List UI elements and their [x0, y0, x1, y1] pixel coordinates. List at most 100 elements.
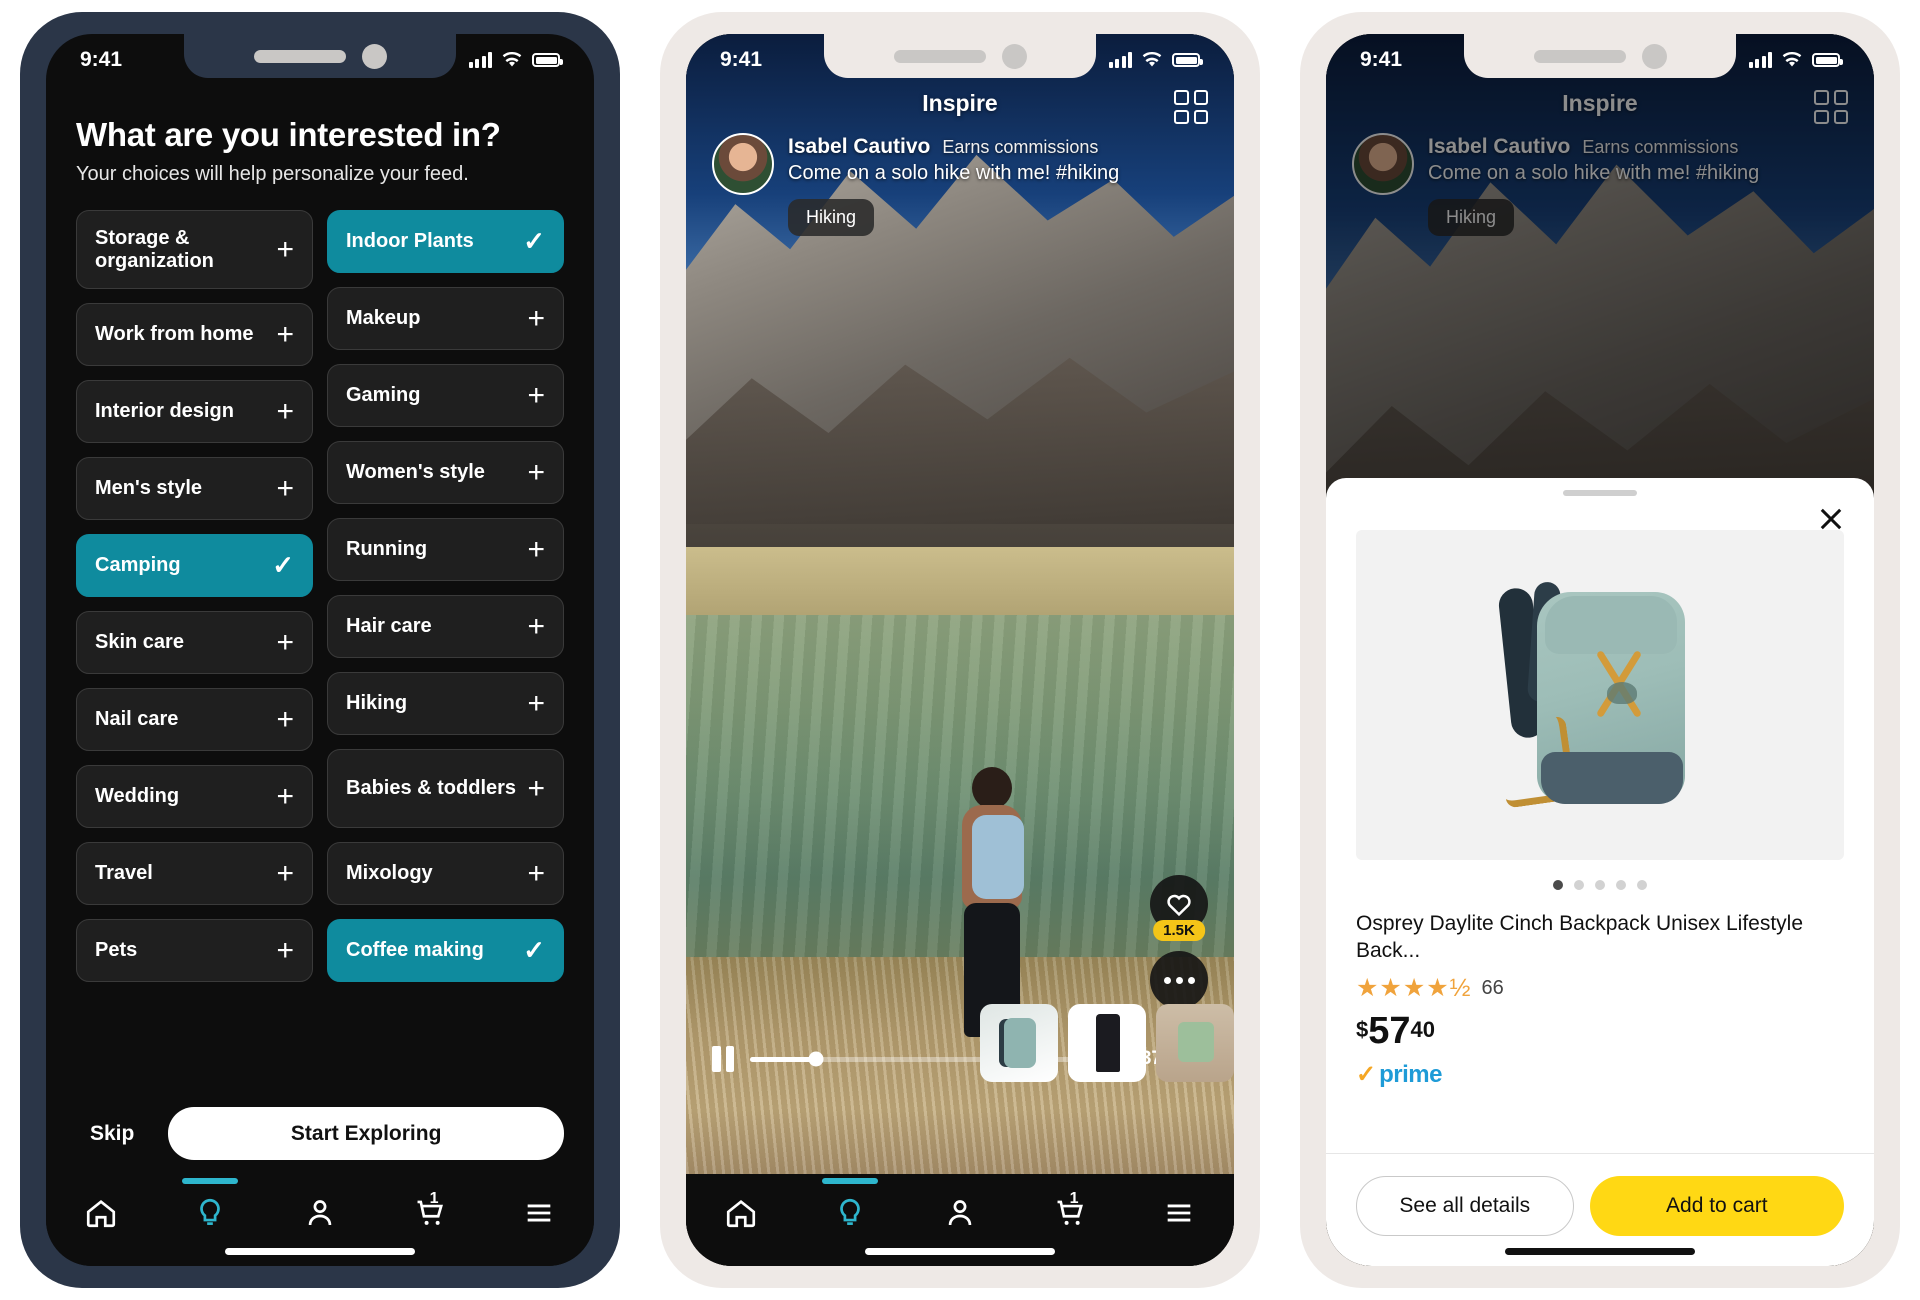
- inspire-bulb-icon: [200, 1198, 221, 1225]
- interest-chip-storage-organization[interactable]: Storage & organization +: [76, 210, 313, 289]
- interest-chip-hiking[interactable]: Hiking +: [327, 672, 564, 735]
- chip-label: Skin care: [95, 631, 184, 653]
- product-thumbnail-pants[interactable]: [1068, 1004, 1146, 1082]
- interest-chip-coffee-making[interactable]: Coffee making ✓: [327, 919, 564, 982]
- carousel-dot-3[interactable]: [1595, 879, 1605, 890]
- interest-chip-gaming[interactable]: Gaming +: [327, 364, 564, 427]
- grid-view-icon[interactable]: [1174, 90, 1208, 124]
- tab-inspire[interactable]: [813, 1178, 887, 1242]
- product-info: Osprey Daylite Cinch Backpack Unisex Lif…: [1326, 890, 1874, 1090]
- chip-label: Mixology: [346, 862, 433, 884]
- chip-label: Pets: [95, 939, 138, 961]
- skip-button[interactable]: Skip: [76, 1122, 148, 1146]
- tag-pill-hiking: Hiking: [1428, 199, 1515, 236]
- add-to-cart-button[interactable]: Add to cart: [1589, 1176, 1844, 1236]
- screen-interests: 9:41 What are you interested in? Your ch…: [46, 34, 594, 1266]
- tab-cart[interactable]: 1: [393, 1184, 467, 1242]
- interest-chip-hair-care[interactable]: Hair care +: [327, 595, 564, 658]
- pause-icon[interactable]: [712, 1046, 734, 1072]
- interest-chip-makeup[interactable]: Makeup +: [327, 287, 564, 350]
- interest-chip-travel[interactable]: Travel +: [76, 842, 313, 905]
- interest-chip-skin-care[interactable]: Skin care +: [76, 611, 313, 674]
- creator-info: Isabel Cautivo Earns commissions Come on…: [712, 133, 1208, 236]
- interest-chip-mixology[interactable]: Mixology +: [327, 842, 564, 905]
- tag-pill-hiking[interactable]: Hiking: [788, 199, 875, 236]
- product-rating[interactable]: ★★★★½ 66: [1356, 976, 1844, 1001]
- interests-header: What are you interested in? Your choices…: [46, 96, 594, 192]
- home-icon: [86, 1199, 115, 1228]
- camera-dot-icon: [361, 43, 387, 69]
- prime-check-icon: ✓: [1356, 1061, 1377, 1089]
- tab-home[interactable]: [704, 1184, 778, 1242]
- home-indicator-3: [1505, 1248, 1695, 1255]
- more-options-button[interactable]: [1150, 951, 1208, 1009]
- interest-chip-camping[interactable]: Camping ✓: [76, 534, 313, 597]
- interest-chip-pets[interactable]: Pets +: [76, 919, 313, 982]
- product-thumbnail-top[interactable]: [1156, 1004, 1234, 1082]
- chip-label: Gaming: [346, 384, 421, 406]
- status-indicators: [1748, 52, 1843, 68]
- screen-inspire-video: 9:41 Inspire Isabel Cautivo Earns commis…: [686, 34, 1234, 1266]
- tab-inspire[interactable]: [173, 1178, 247, 1242]
- tab-menu[interactable]: [1142, 1184, 1216, 1242]
- cellular-signal-icon: [1108, 52, 1132, 68]
- carousel-dot-4[interactable]: [1616, 879, 1626, 890]
- home-indicator-2: [865, 1248, 1055, 1255]
- interest-chip-babies-toddlers[interactable]: Babies & toddlers +: [327, 749, 564, 828]
- tab-account[interactable]: [283, 1184, 357, 1242]
- tab-menu[interactable]: [502, 1184, 576, 1242]
- camera-dot-icon: [1001, 43, 1027, 69]
- progress-fill: [750, 1056, 816, 1062]
- home-indicator-1: [225, 1248, 415, 1255]
- chip-label: Makeup: [346, 307, 421, 329]
- like-button[interactable]: 1.5K: [1150, 875, 1208, 941]
- start-exploring-button[interactable]: Start Exploring: [168, 1107, 564, 1160]
- interest-chip-men-s-style[interactable]: Men's style +: [76, 457, 313, 520]
- interest-chip-wedding[interactable]: Wedding +: [76, 765, 313, 828]
- avatar: [1352, 133, 1414, 195]
- product-image[interactable]: [1356, 529, 1844, 860]
- plus-icon: +: [276, 779, 294, 813]
- menu-icon: [1167, 1204, 1191, 1222]
- plus-icon: +: [527, 686, 545, 720]
- image-carousel-pager[interactable]: [1326, 879, 1874, 890]
- status-time: 9:41: [1360, 48, 1403, 71]
- chip-label: Camping: [95, 554, 181, 576]
- video-player[interactable]: Inspire Isabel Cautivo Earns commissions: [686, 34, 1234, 1174]
- speaker-bar-icon: [893, 49, 986, 63]
- carousel-dot-1[interactable]: [1553, 879, 1563, 890]
- tab-cart[interactable]: 1: [1033, 1184, 1107, 1242]
- plus-icon: +: [527, 532, 545, 566]
- inspire-title: Inspire: [1562, 90, 1638, 116]
- prime-badge: ✓ prime: [1356, 1061, 1844, 1089]
- interest-chip-indoor-plants[interactable]: Indoor Plants ✓: [327, 210, 564, 273]
- carousel-dot-5[interactable]: [1637, 879, 1647, 890]
- inspire-feed: Inspire Isabel Cautivo Earns commissions: [686, 34, 1234, 1266]
- interest-chip-running[interactable]: Running +: [327, 518, 564, 581]
- product-title[interactable]: Osprey Daylite Cinch Backpack Unisex Lif…: [1356, 910, 1844, 965]
- tab-home[interactable]: [64, 1184, 138, 1242]
- page-subtitle: Your choices will help personalize your …: [76, 163, 469, 185]
- interest-chip-women-s-style[interactable]: Women's style +: [327, 441, 564, 504]
- product-thumbnail-backpack[interactable]: [980, 1004, 1058, 1082]
- sheet-drag-handle[interactable]: [1563, 489, 1637, 496]
- plus-icon: +: [276, 471, 294, 505]
- tab-account[interactable]: [923, 1184, 997, 1242]
- phone-frame-2: 9:41 Inspire Isabel Cautivo Earns commis…: [660, 12, 1260, 1288]
- account-icon: [948, 1200, 972, 1226]
- creator-name[interactable]: Isabel Cautivo: [788, 135, 930, 159]
- three-phone-mockup-row: 9:41 What are you interested in? Your ch…: [0, 0, 1920, 1300]
- price-fraction: 40: [1410, 1017, 1436, 1043]
- video-side-actions: 1.5K: [1150, 875, 1208, 1009]
- carousel-dot-2[interactable]: [1574, 879, 1584, 890]
- plus-icon: +: [527, 455, 545, 489]
- interest-chip-nail-care[interactable]: Nail care +: [76, 688, 313, 751]
- interest-chip-work-from-home[interactable]: Work from home +: [76, 303, 313, 366]
- see-all-details-button[interactable]: See all details: [1356, 1176, 1574, 1236]
- chip-label: Babies & toddlers: [346, 777, 517, 799]
- product-detail-overlay: Inspire Isabel Cautivo Earns commissions: [1326, 34, 1874, 1266]
- interest-chip-interior-design[interactable]: Interior design +: [76, 380, 313, 443]
- avatar[interactable]: [712, 133, 774, 195]
- chip-label: Nail care: [95, 708, 179, 730]
- progress-knob[interactable]: [808, 1051, 824, 1067]
